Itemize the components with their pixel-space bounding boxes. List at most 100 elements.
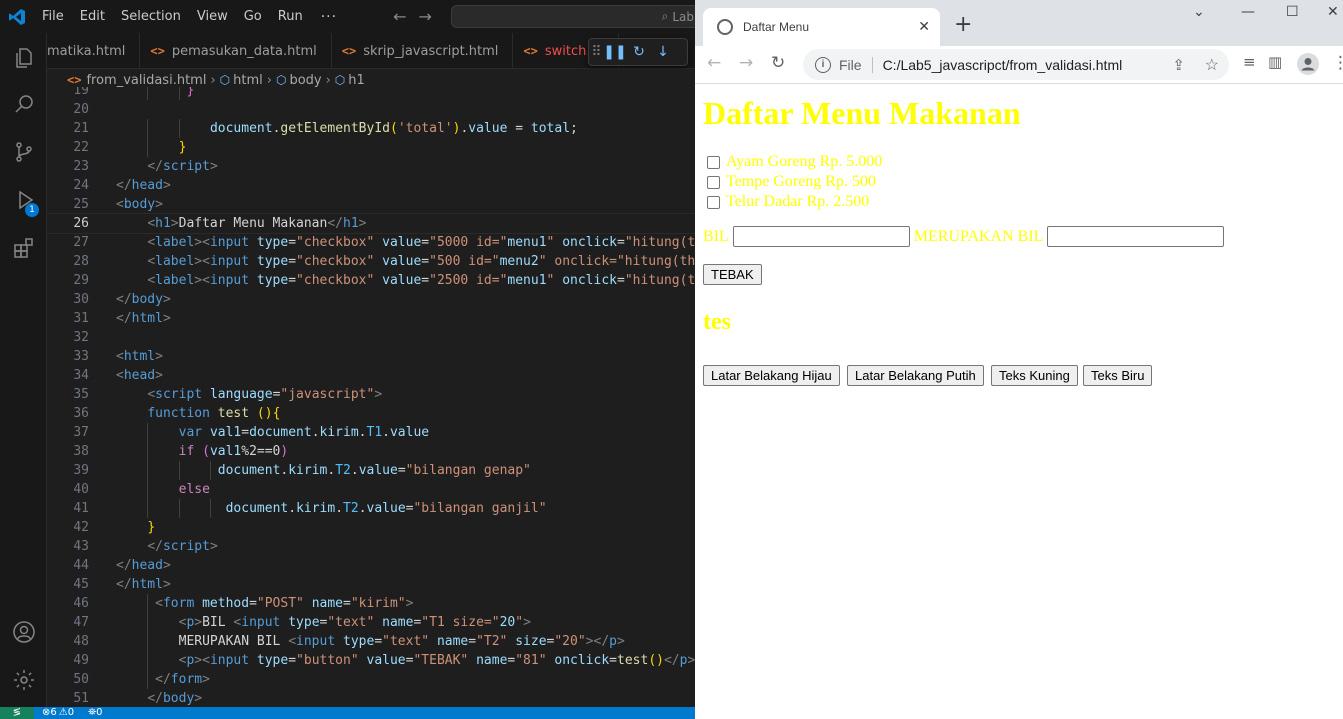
breadcrumb-body[interactable]: body bbox=[289, 73, 321, 88]
tab-matika[interactable]: matika.html bbox=[47, 33, 141, 69]
error-count[interactable]: 6 bbox=[50, 707, 56, 719]
maximize-icon[interactable]: ☐ bbox=[1286, 4, 1299, 20]
code-line[interactable]: 40 else bbox=[47, 480, 695, 499]
code-line[interactable]: 44 </head> bbox=[47, 556, 695, 575]
explorer-icon[interactable] bbox=[0, 35, 47, 81]
code-line[interactable]: 45 </html> bbox=[47, 575, 695, 594]
side-panel-icon[interactable]: ▥ bbox=[1268, 53, 1282, 71]
code-line[interactable]: 27 <label><input type="checkbox" value="5… bbox=[47, 233, 695, 252]
reload-icon[interactable]: ↻ bbox=[771, 53, 785, 73]
step-into-icon[interactable]: ↓ bbox=[651, 44, 675, 60]
code-line[interactable]: 35 <script language="javascript"> bbox=[47, 385, 695, 404]
breadcrumb-html[interactable]: html bbox=[233, 73, 263, 88]
code-line[interactable]: 46 <form method="POST" name="kirim"> bbox=[47, 594, 695, 613]
code-line[interactable]: 36 function test (){ bbox=[47, 404, 695, 423]
menu-selection[interactable]: Selection bbox=[113, 0, 189, 33]
code-line[interactable]: 25 <body> bbox=[47, 195, 695, 214]
code-editor[interactable]: 19} 20 21 document.getElementById('total').… bbox=[47, 87, 695, 707]
code-line[interactable]: 28 <label><input type="checkbox" value="5… bbox=[47, 252, 695, 271]
code-line[interactable]: 50 </form> bbox=[47, 670, 695, 689]
code-line[interactable]: 49 <p><input type="button" value="TEBAK" … bbox=[47, 651, 695, 670]
share-icon[interactable]: ⇪ bbox=[1172, 56, 1185, 74]
code-line[interactable]: 31 </html> bbox=[47, 309, 695, 328]
profile-avatar-icon[interactable] bbox=[1297, 53, 1319, 80]
checkbox[interactable] bbox=[707, 195, 720, 209]
bil-label: BIL bbox=[703, 227, 729, 245]
info-icon[interactable]: i bbox=[815, 56, 831, 73]
code-line[interactable]: 48 MERUPAKAN BIL <input type="text" name=… bbox=[47, 632, 695, 651]
close-tab-icon[interactable]: ✕ bbox=[918, 19, 930, 35]
address-bar[interactable]: i File C:/Lab5_javascripct/from_validasi… bbox=[803, 49, 1229, 80]
menu-edit[interactable]: Edit bbox=[72, 0, 113, 33]
code-line[interactable]: 24 </head> bbox=[47, 176, 695, 195]
code-line[interactable]: 42} bbox=[47, 518, 695, 537]
code-line[interactable]: 32 bbox=[47, 328, 695, 347]
code-line[interactable]: 38 if (val1%2==0) bbox=[47, 442, 695, 461]
menu-run[interactable]: Run bbox=[270, 0, 311, 33]
warning-count[interactable]: 0 bbox=[68, 707, 74, 719]
code-line[interactable]: 20 bbox=[47, 100, 695, 119]
code-line[interactable]: 29 <label><input type="checkbox" value="2… bbox=[47, 271, 695, 290]
menu-item-telur[interactable]: Telur Dadar Rp. 2.500 bbox=[703, 193, 869, 211]
code-line[interactable]: 37 var val1=document.kirim.T1.value bbox=[47, 423, 695, 442]
code-line[interactable]: 19} bbox=[47, 87, 695, 100]
code-line[interactable]: 39 document.kirim.T2.value="bilangan gena… bbox=[47, 461, 695, 480]
menu-file[interactable]: File bbox=[34, 0, 72, 33]
back-icon[interactable]: ← bbox=[707, 53, 721, 73]
breadcrumb-h1[interactable]: h1 bbox=[348, 73, 365, 88]
line-number: 22 bbox=[73, 140, 89, 155]
menu-item-ayam[interactable]: Ayam Goreng Rp. 5.000 bbox=[703, 153, 882, 171]
forward-icon[interactable]: → bbox=[739, 53, 753, 73]
browser-tab[interactable]: Daftar Menu ✕ bbox=[703, 8, 940, 46]
code-line[interactable]: 21 document.getElementById('total').value… bbox=[47, 119, 695, 138]
breadcrumb-file[interactable]: from_validasi.html bbox=[86, 73, 206, 88]
code-line[interactable]: 23 </script> bbox=[47, 157, 695, 176]
menu-go[interactable]: Go bbox=[236, 0, 270, 33]
ports-count[interactable]: 0 bbox=[96, 707, 102, 719]
chevron-down-icon[interactable]: ⌄ bbox=[1193, 4, 1205, 20]
media-icon[interactable]: ≡ bbox=[1243, 53, 1256, 71]
minimize-icon[interactable]: — bbox=[1241, 4, 1255, 20]
code-line[interactable]: 34 <head> bbox=[47, 366, 695, 385]
merupakan-input[interactable] bbox=[1047, 226, 1225, 247]
menu-item-tempe[interactable]: Tempe Goreng Rp. 500 bbox=[703, 173, 876, 191]
yellow-text-button[interactable]: Teks Kuning bbox=[991, 365, 1078, 386]
tab-skrip-javascript[interactable]: <> skrip_javascript.html bbox=[332, 33, 514, 69]
remote-icon[interactable]: ≶ bbox=[0, 707, 34, 719]
white-background-button[interactable]: Latar Belakang Putih bbox=[847, 365, 984, 386]
forward-arrow-icon[interactable]: → bbox=[412, 7, 437, 26]
blue-text-button[interactable]: Teks Biru bbox=[1083, 365, 1153, 386]
restart-icon[interactable]: ↻ bbox=[627, 44, 651, 60]
source-control-icon[interactable] bbox=[0, 129, 47, 175]
back-arrow-icon[interactable]: ← bbox=[387, 7, 412, 26]
bil-input[interactable] bbox=[732, 226, 910, 247]
settings-gear-icon[interactable] bbox=[0, 657, 47, 703]
pause-icon[interactable]: ❚❚ bbox=[603, 44, 627, 60]
code-line[interactable]: 47 <p>BIL <input type="text" name="T1 siz… bbox=[47, 613, 695, 632]
code-line[interactable]: 26 <h1>Daftar Menu Makanan</h1> bbox=[47, 213, 695, 234]
code-line[interactable]: 30 </body> bbox=[47, 290, 695, 309]
code-line[interactable]: 33 <html> bbox=[47, 347, 695, 366]
green-background-button[interactable]: Latar Belakang Hijau bbox=[703, 365, 840, 386]
close-window-icon[interactable]: ✕ bbox=[1327, 4, 1339, 20]
bookmark-star-icon[interactable]: ☆ bbox=[1205, 55, 1219, 75]
command-center[interactable]: ⌕ Lab bbox=[451, 5, 695, 28]
new-tab-button[interactable]: + bbox=[954, 12, 972, 37]
accounts-icon[interactable] bbox=[0, 609, 47, 655]
checkbox[interactable] bbox=[707, 175, 720, 189]
menu-more-icon[interactable]: ··· bbox=[311, 9, 347, 25]
code-line[interactable]: 41 document.kirim.T2.value="bilangan ganj… bbox=[47, 499, 695, 518]
code-line[interactable]: 43 </script> bbox=[47, 537, 695, 556]
search-icon[interactable] bbox=[0, 81, 47, 127]
chrome-menu-icon[interactable]: ⋮ bbox=[1332, 53, 1343, 73]
drag-handle-icon[interactable]: ⠿ bbox=[589, 44, 603, 60]
tab-pemasukan-data[interactable]: <> pemasukan_data.html bbox=[140, 33, 332, 69]
code-text: </script> bbox=[147, 539, 218, 554]
run-debug-icon[interactable]: 1 bbox=[0, 177, 47, 223]
extensions-icon[interactable] bbox=[0, 225, 47, 271]
checkbox[interactable] bbox=[707, 155, 720, 169]
menu-view[interactable]: View bbox=[189, 0, 236, 33]
tebak-button[interactable]: TEBAK bbox=[703, 264, 762, 285]
code-line[interactable]: 51 </body> bbox=[47, 689, 695, 707]
code-line[interactable]: 22} bbox=[47, 138, 695, 157]
